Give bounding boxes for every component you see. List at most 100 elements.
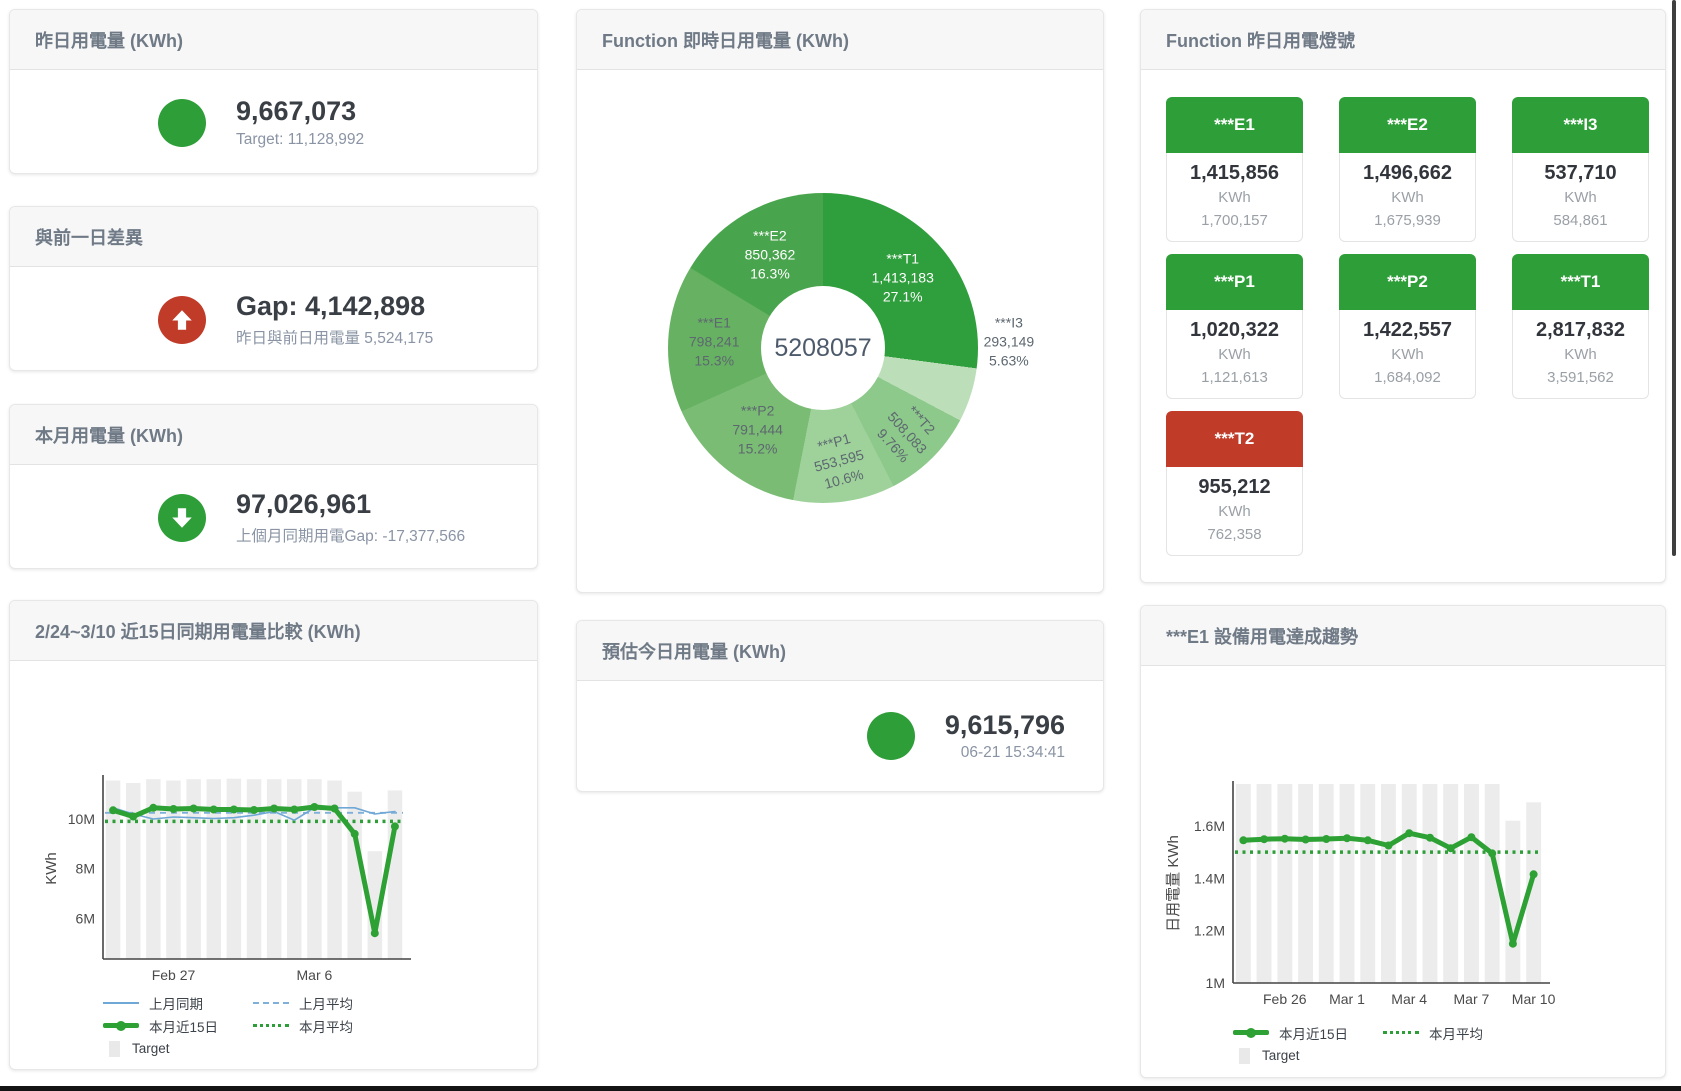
donut-total: 5208057 [761, 286, 885, 410]
card-title: Function 即時日用電量 (KWh) [577, 10, 1103, 70]
yesterday-usage-value: 9,667,073 [236, 96, 364, 127]
month-usage-gap: 上個月同期用電Gap: -17,377,566 [236, 524, 465, 546]
svg-text:Mar 7: Mar 7 [1454, 991, 1490, 1007]
device-usage-value: 2,817,832 [1513, 317, 1648, 343]
device-usage-target: 1,675,939 [1340, 209, 1475, 232]
device-tile: ***P11,020,322KWh1,121,613 [1166, 254, 1303, 399]
e1-trend-legend: 本月近15日 本月平均 Target [1233, 1021, 1665, 1067]
svg-text:Mar 1: Mar 1 [1329, 991, 1365, 1007]
device-usage-target: 1,121,613 [1167, 366, 1302, 389]
legend-label: Target [132, 1041, 170, 1056]
compare-chart: 6M8M10MFeb 27Mar 6KWh [10, 756, 537, 981]
device-usage-unit: KWh [1340, 343, 1475, 366]
card-yesterday-lights: Function 昨日用電燈號 ***E11,415,856KWh1,700,1… [1140, 9, 1666, 583]
donut-label-line: 16.3% [745, 265, 796, 284]
svg-text:1.2M: 1.2M [1194, 923, 1225, 939]
device-tile-body: 1,422,557KWh1,684,092 [1339, 310, 1476, 399]
card-15day-compare-chart: 2/24~3/10 近15日同期用電量比較 (KWh) 6M8M10MFeb 2… [9, 600, 538, 1070]
device-tile-header: ***E2 [1339, 97, 1476, 153]
legend-row: Target [1233, 1044, 1665, 1067]
legend-swatch-block [109, 1041, 120, 1057]
card-title: 2/24~3/10 近15日同期用電量比較 (KWh) [10, 601, 537, 661]
legend-item[interactable]: 本月平均 [253, 1016, 537, 1036]
legend-label: 本月近15日 [1279, 1023, 1348, 1043]
legend-item[interactable]: 本月近15日 [103, 1016, 253, 1036]
legend-label: 上月同期 [149, 993, 203, 1013]
legend-item[interactable]: 上月平均 [253, 993, 537, 1013]
donut-label-line: 27.1% [872, 288, 934, 307]
device-tile-header: ***E1 [1166, 97, 1303, 153]
legend-label: 本月近15日 [149, 1016, 218, 1036]
device-tile-header: ***T1 [1512, 254, 1649, 310]
arrow-down-icon [158, 494, 206, 542]
donut-slice-label: ***P2791,44415.2% [732, 402, 783, 459]
donut-label-line: ***I3 [984, 313, 1035, 332]
donut-label-line: ***E1 [689, 313, 740, 332]
device-tile: ***E21,496,662KWh1,675,939 [1339, 97, 1476, 242]
svg-text:1.6M: 1.6M [1194, 818, 1225, 834]
device-usage-target: 1,684,092 [1340, 366, 1475, 389]
dashboard: 昨日用電量 (KWh) 9,667,073 Target: 11,128,992… [0, 0, 1681, 1091]
device-tile-header: ***P1 [1166, 254, 1303, 310]
legend-item[interactable]: Target [103, 1041, 253, 1057]
device-tile-body: 1,496,662KWh1,675,939 [1339, 153, 1476, 242]
donut-label-line: ***T1 [872, 250, 934, 269]
legend-row: Target [103, 1037, 537, 1060]
realtime-usage-donut: 5208057 ***T11,413,18327.1%***I3293,1495… [668, 193, 978, 503]
legend-item[interactable]: 上月同期 [103, 993, 253, 1013]
legend-row: 本月近15日 本月平均 [1233, 1021, 1665, 1044]
svg-text:1M: 1M [1206, 975, 1225, 991]
device-usage-unit: KWh [1340, 186, 1475, 209]
donut-label-line: 15.2% [732, 440, 783, 459]
trend-chart-svg: 1M1.2M1.4M1.6MFeb 26Mar 1Mar 4Mar 7Mar 1… [1141, 756, 1665, 1011]
donut-slice-label: ***I3293,1495.63% [984, 313, 1035, 370]
device-usage-unit: KWh [1167, 343, 1302, 366]
device-tile: ***E11,415,856KWh1,700,157 [1166, 97, 1303, 242]
device-usage-value: 1,422,557 [1340, 317, 1475, 343]
estimate-timestamp: 06-21 15:34:41 [945, 744, 1065, 762]
compare-chart-svg: 6M8M10MFeb 27Mar 6KWh [10, 756, 537, 981]
legend-swatch-thick [103, 1023, 139, 1028]
device-tile-body: 1,020,322KWh1,121,613 [1166, 310, 1303, 399]
donut-label-line: 293,149 [984, 332, 1035, 351]
device-tile-body: 537,710KWh584,861 [1512, 153, 1649, 242]
device-tile-body: 955,212KWh762,358 [1166, 467, 1303, 556]
device-tile: ***T1 2,817,832KWh3,591,562 [1512, 254, 1649, 399]
device-tile-body: 1,415,856KWh1,700,157 [1166, 153, 1303, 242]
device-usage-unit: KWh [1513, 186, 1648, 209]
svg-text:Mar 6: Mar 6 [297, 967, 333, 981]
svg-text:Mar 4: Mar 4 [1391, 991, 1427, 1007]
card-title: Function 昨日用電燈號 [1141, 10, 1665, 70]
donut-label-line: 1,413,183 [872, 269, 934, 288]
card-month-usage: 本月用電量 (KWh) 97,026,961 上個月同期用電Gap: -17,3… [9, 404, 538, 569]
legend-swatch-dash [253, 1002, 289, 1004]
compare-chart-legend: 上月同期 上月平均本月近15日 本月平均 Target [103, 991, 537, 1060]
legend-marker-dot [116, 1021, 126, 1031]
e1-trend-chart: 1M1.2M1.4M1.6MFeb 26Mar 1Mar 4Mar 7Mar 1… [1141, 756, 1665, 1011]
legend-swatch-dots [253, 1024, 289, 1027]
donut-label-line: 798,241 [689, 332, 740, 351]
legend-row: 上月同期 上月平均 [103, 991, 537, 1014]
donut-label-line: 791,444 [732, 421, 783, 440]
svg-text:KWh: KWh [43, 852, 60, 885]
card-e1-trend-chart: ***E1 設備用電達成趨勢 1M1.2M1.4M1.6MFeb 26Mar 1… [1140, 605, 1666, 1078]
status-circle-icon [158, 99, 206, 147]
legend-label: 上月平均 [299, 993, 353, 1013]
card-title: 預估今日用電量 (KWh) [577, 621, 1103, 681]
device-tile-header: ***P2 [1339, 254, 1476, 310]
donut-label-line: 15.3% [689, 351, 740, 370]
legend-item[interactable]: 本月近15日 [1233, 1023, 1383, 1043]
legend-label: Target [1262, 1048, 1300, 1063]
yesterday-usage-target: Target: 11,128,992 [236, 131, 364, 149]
card-title: 本月用電量 (KWh) [10, 405, 537, 465]
device-tile: ***P21,422,557KWh1,684,092 [1339, 254, 1476, 399]
device-usage-unit: KWh [1513, 343, 1648, 366]
card-day-gap: 與前一日差異 Gap: 4,142,898 昨日與前日用電量 5,524,175 [9, 206, 538, 371]
donut-slice-label: ***T11,413,18327.1% [872, 250, 934, 307]
donut-label-line: ***P2 [732, 402, 783, 421]
device-usage-target: 3,591,562 [1513, 366, 1648, 389]
legend-item[interactable]: 本月平均 [1383, 1023, 1665, 1043]
scrollbar-thumb[interactable] [1672, 0, 1676, 556]
svg-text:日用電量 KWh: 日用電量 KWh [1165, 835, 1182, 932]
legend-item[interactable]: Target [1233, 1048, 1383, 1064]
